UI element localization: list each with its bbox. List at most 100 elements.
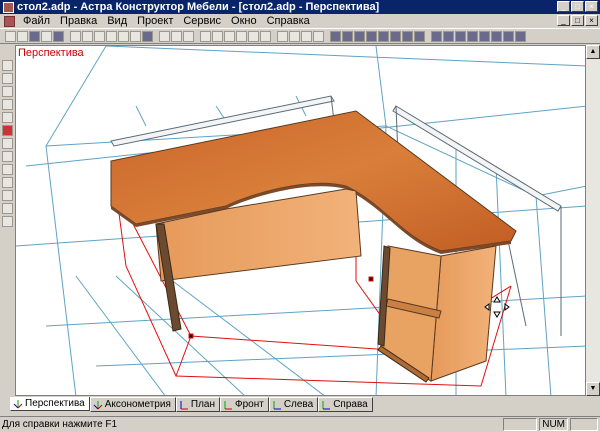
align-middle-icon[interactable] [248, 30, 259, 42]
view-tabs: Перспектива Аксонометрия План Фронт Слев… [10, 397, 373, 412]
move-icon[interactable] [366, 30, 377, 42]
rotate-right-icon[interactable] [1, 177, 13, 188]
perspective-viewport[interactable]: Перспектива [15, 45, 586, 396]
cut-icon[interactable] [70, 30, 81, 42]
align-center-icon[interactable] [212, 30, 223, 42]
snap-object-icon[interactable] [354, 30, 365, 42]
redo-icon[interactable] [130, 30, 141, 42]
main-toolbar [0, 28, 600, 44]
save-icon[interactable] [29, 30, 40, 42]
print-preview-icon[interactable] [41, 30, 52, 42]
doc-close-button[interactable]: × [585, 15, 598, 26]
app-window: стол2.adp - Астра Конструктор Мебели - [… [0, 0, 600, 432]
axes-icon [180, 400, 188, 409]
view-cascade-icon[interactable] [515, 30, 526, 42]
panel-icon[interactable] [1, 86, 13, 97]
align-bottom-icon[interactable] [260, 30, 271, 42]
desk-3d-view [16, 46, 585, 395]
status-help-text: Для справки нажмите F1 [2, 419, 118, 430]
box-icon[interactable] [1, 99, 13, 110]
distribute-icon[interactable] [277, 30, 288, 42]
select-icon[interactable] [1, 73, 13, 84]
tab-perspective[interactable]: Перспектива [10, 397, 90, 411]
tab-plan-label: План [190, 399, 215, 410]
tab-right-label: Справа [333, 399, 368, 410]
status-num: NUM [539, 418, 568, 431]
tab-plan[interactable]: План [175, 397, 220, 412]
tab-left[interactable]: Слева [268, 397, 319, 412]
paste-icon[interactable] [94, 30, 105, 42]
menu-help[interactable]: Справка [262, 15, 315, 27]
move-right-icon[interactable] [1, 151, 13, 162]
scroll-down-button[interactable]: ▼ [586, 382, 600, 396]
snap-icon[interactable] [330, 30, 341, 42]
align-top-icon[interactable] [236, 30, 247, 42]
pointer-icon[interactable] [1, 60, 13, 71]
copy-icon[interactable] [82, 30, 93, 42]
help-icon[interactable] [142, 30, 153, 42]
axes-icon [224, 400, 232, 409]
group-icon[interactable] [402, 30, 413, 42]
doc-restore-button[interactable]: □ [571, 15, 584, 26]
menu-service[interactable]: Сервис [178, 15, 226, 27]
tab-front[interactable]: Фронт [219, 397, 269, 412]
menu-window[interactable]: Окно [226, 15, 262, 27]
view-tile-icon[interactable] [503, 30, 514, 42]
tab-right[interactable]: Справа [318, 397, 373, 412]
new-icon[interactable] [5, 30, 16, 42]
menu-view[interactable]: Вид [102, 15, 132, 27]
print-icon[interactable] [53, 30, 64, 42]
snap-grid-icon[interactable] [342, 30, 353, 42]
size-v-icon[interactable] [313, 30, 324, 42]
vertical-scrollbar[interactable]: ▲ ▼ [586, 45, 600, 396]
view-plan-icon[interactable] [455, 30, 466, 42]
mirror-icon[interactable] [390, 30, 401, 42]
open-icon[interactable] [17, 30, 28, 42]
scroll-up-button[interactable]: ▲ [586, 45, 600, 59]
menu-project[interactable]: Проект [132, 15, 178, 27]
axes-icon [13, 399, 23, 408]
close-button[interactable]: × [585, 1, 598, 12]
undo-icon[interactable] [118, 30, 129, 42]
move-left-icon[interactable] [1, 138, 13, 149]
minimize-button[interactable]: _ [557, 1, 570, 12]
menu-file[interactable]: Файл [18, 15, 55, 27]
view-persp-icon[interactable] [431, 30, 442, 42]
status-bar: Для справки нажмите F1 NUM [0, 416, 600, 432]
menu-edit[interactable]: Правка [55, 15, 102, 27]
ungroup-icon[interactable] [414, 30, 425, 42]
document-icon[interactable] [4, 15, 15, 27]
maximize-button[interactable]: □ [571, 1, 584, 12]
align-right-icon[interactable] [224, 30, 235, 42]
status-panel-empty [503, 418, 538, 431]
view-right-icon[interactable] [491, 30, 502, 42]
menu-bar: Файл Правка Вид Проект Сервис Окно Справ… [0, 14, 600, 28]
size-icon[interactable] [301, 30, 312, 42]
zoom-in-icon[interactable] [159, 30, 170, 42]
zoom-out-icon[interactable] [171, 30, 182, 42]
edit-icon[interactable] [1, 112, 13, 123]
properties-icon[interactable] [1, 216, 13, 227]
array-icon[interactable] [1, 203, 13, 214]
axes-icon [93, 400, 103, 409]
tab-axonometry[interactable]: Аксонометрия [89, 397, 176, 412]
view-left-icon[interactable] [479, 30, 490, 42]
copy-object-icon[interactable] [1, 190, 13, 201]
delete-icon[interactable] [106, 30, 117, 42]
axes-icon [273, 400, 281, 409]
doc-minimize-button[interactable]: _ [557, 15, 570, 26]
pan-icon[interactable] [183, 30, 194, 42]
view-axo-icon[interactable] [443, 30, 454, 42]
tab-left-label: Слева [283, 399, 314, 410]
left-toolbar [0, 60, 14, 260]
tab-axonometry-label: Аксонометрия [104, 399, 171, 410]
align-left-icon[interactable] [200, 30, 211, 42]
delete-object-icon[interactable] [1, 125, 13, 136]
view-front-icon[interactable] [467, 30, 478, 42]
rotate-left-icon[interactable] [1, 164, 13, 175]
app-icon[interactable] [3, 1, 14, 13]
distribute-v-icon[interactable] [289, 30, 300, 42]
window-title: стол2.adp - Астра Конструктор Мебели - [… [17, 1, 380, 13]
title-bar[interactable]: стол2.adp - Астра Конструктор Мебели - [… [0, 0, 600, 14]
rotate-icon[interactable] [378, 30, 389, 42]
